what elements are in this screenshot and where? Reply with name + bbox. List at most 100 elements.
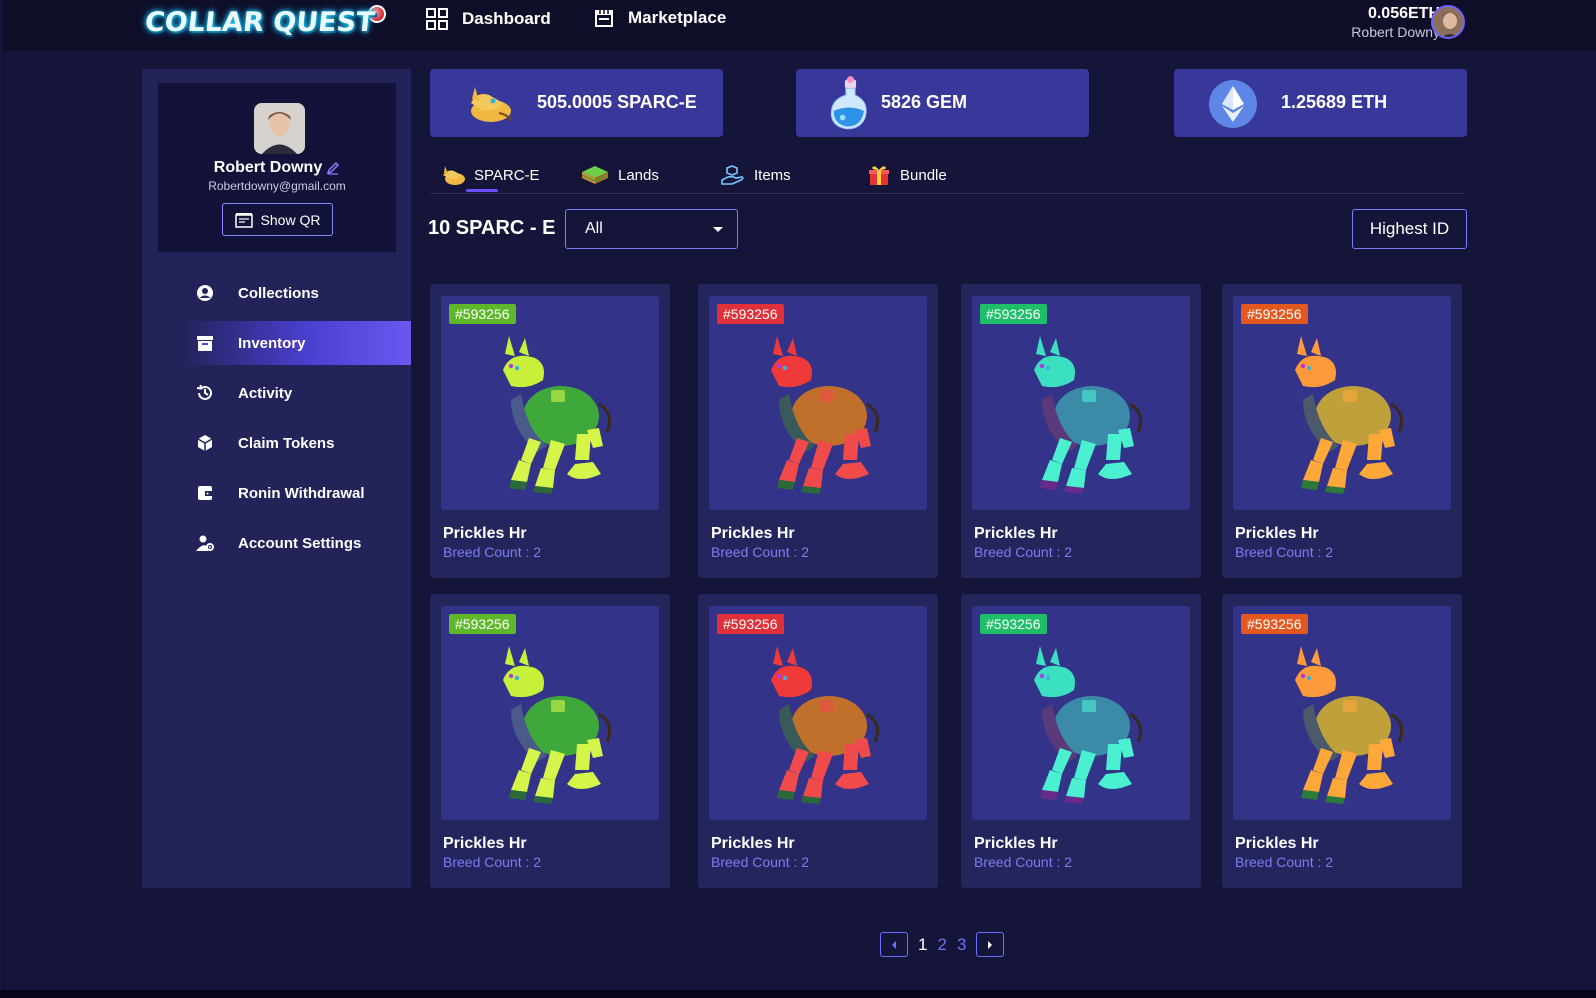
- balance-gem: 5826 GEM: [796, 69, 1089, 137]
- nav-marketplace[interactable]: Marketplace: [594, 8, 726, 28]
- nft-id-badge: #593256: [717, 304, 784, 324]
- grid-icon: [426, 8, 448, 30]
- nav-dashboard[interactable]: Dashboard: [426, 8, 551, 30]
- page-number[interactable]: 3: [957, 935, 966, 955]
- nft-card[interactable]: #593256 Prickles Hr Breed Count : 2: [961, 594, 1201, 888]
- tab-label: Items: [754, 166, 791, 184]
- show-qr-button[interactable]: Show QR: [222, 203, 333, 236]
- nav-marketplace-label: Marketplace: [628, 8, 727, 27]
- page-number[interactable]: 1: [918, 935, 927, 955]
- nft-id-badge: #593256: [980, 614, 1047, 634]
- nft-card[interactable]: #593256 Prickles Hr Breed Count : 2: [430, 594, 670, 888]
- filter-select[interactable]: All: [565, 209, 738, 249]
- nft-card[interactable]: #593256 Prickles Hr Breed Count : 2: [1222, 594, 1462, 888]
- nft-id-badge: #593256: [449, 304, 516, 324]
- nft-name: Prickles Hr: [711, 525, 795, 542]
- nft-art: #593256: [972, 606, 1190, 820]
- nft-name: Prickles Hr: [1235, 835, 1319, 852]
- nft-breed-count: Breed Count : 2: [711, 854, 810, 870]
- balance-sparce: 505.0005 SPARC-E: [430, 69, 723, 137]
- tab-label: SPARC-E: [474, 166, 540, 184]
- sidebar-item-label: Account Settings: [238, 534, 362, 552]
- edit-pencil-icon[interactable]: [326, 161, 340, 175]
- logo-text: COLLAR QUEST: [143, 6, 377, 38]
- store-icon: [595, 10, 613, 27]
- profile-card: Robert Downy Robertdowny@gmail.com Show …: [158, 83, 396, 252]
- robot-dog-illustration: [1295, 646, 1404, 804]
- profile-name: Robert Downy: [213, 159, 323, 176]
- filter-select-value: All: [585, 220, 603, 237]
- tab-items[interactable]: Items: [720, 164, 791, 186]
- profile-email: Robertdowny@gmail.com: [208, 179, 346, 193]
- nft-name: Prickles Hr: [443, 525, 527, 542]
- item-count: 10 SPARC - E: [428, 217, 556, 239]
- eth-balance: 0.056ETH: [1367, 5, 1440, 22]
- nft-breed-count: Breed Count : 2: [711, 544, 810, 560]
- sidebar-item-account-settings[interactable]: Account Settings: [142, 521, 411, 565]
- sidebar-item-label: Inventory: [238, 334, 306, 352]
- inventory-tabs: SPARC-E Lands Items Bundle: [430, 158, 1464, 194]
- nft-card[interactable]: #593256 Prickles Hr Breed Count : 2: [1222, 284, 1462, 578]
- nav-dashboard-label: Dashboard: [462, 9, 551, 28]
- nft-breed-count: Breed Count : 2: [1235, 854, 1334, 870]
- sidebar-item-ronin-withdrawal[interactable]: Ronin Withdrawal: [142, 471, 411, 515]
- nft-card[interactable]: #593256 Prickles Hr Breed Count : 2: [430, 284, 670, 578]
- chevron-down-icon: [713, 227, 723, 232]
- active-tab-indicator: [466, 189, 498, 192]
- profile-avatar: [254, 103, 305, 154]
- nft-name: Prickles Hr: [711, 835, 795, 852]
- nft-id-badge: #593256: [1241, 614, 1308, 634]
- nft-art: #593256: [441, 606, 659, 820]
- sidebar-menu: Collections Inventory Activity Claim Tok…: [142, 271, 411, 571]
- sidebar-item-label: Activity: [238, 384, 293, 402]
- qr-icon: [234, 212, 253, 228]
- nft-id-badge: #593256: [449, 614, 516, 634]
- sidebar-item-label: Ronin Withdrawal: [238, 484, 365, 502]
- balance-eth-value: 1.25689 ETH: [1281, 92, 1388, 112]
- chevron-right-icon: [988, 940, 993, 949]
- cube-icon: [197, 435, 213, 451]
- tab-bundle[interactable]: Bundle: [866, 164, 947, 186]
- robot-dog-illustration: [503, 646, 612, 804]
- robot-dog-illustration: [503, 336, 612, 494]
- nft-art: #593256: [972, 296, 1190, 510]
- nft-breed-count: Breed Count : 2: [974, 854, 1073, 870]
- nft-card[interactable]: #593256 Prickles Hr Breed Count : 2: [961, 284, 1201, 578]
- sidebar-item-activity[interactable]: Activity: [142, 371, 411, 415]
- show-qr-label: Show QR: [260, 211, 321, 228]
- user-circle-icon: [197, 285, 213, 301]
- robot-dog-illustration: [771, 646, 880, 804]
- nft-card[interactable]: #593256 Prickles Hr Breed Count : 2: [698, 284, 938, 578]
- user-summary[interactable]: 0.056ETH Robert Downy: [1351, 4, 1440, 41]
- history-icon: [196, 384, 212, 400]
- sidebar-item-claim-tokens[interactable]: Claim Tokens: [142, 421, 411, 465]
- nft-id-badge: #593256: [1241, 304, 1308, 324]
- nft-card[interactable]: #593256 Prickles Hr Breed Count : 2: [698, 594, 938, 888]
- nft-art: #593256: [441, 296, 659, 510]
- hand-item-icon: [721, 165, 744, 185]
- avatar[interactable]: [1431, 5, 1465, 39]
- archive-box-icon: [197, 336, 213, 351]
- tab-lands[interactable]: Lands: [580, 164, 659, 186]
- profile-portrait-icon: [254, 103, 305, 154]
- next-page-button[interactable]: [976, 932, 1005, 957]
- chevron-left-icon: [892, 940, 896, 949]
- sort-button[interactable]: Highest ID: [1352, 209, 1467, 249]
- tab-label: Lands: [618, 166, 659, 184]
- sidebar-item-inventory[interactable]: Inventory: [182, 321, 411, 365]
- logo[interactable]: COLLAR QUEST: [143, 2, 387, 42]
- prev-page-button[interactable]: [880, 932, 908, 957]
- nft-breed-count: Breed Count : 2: [974, 544, 1073, 560]
- wallet-icon: [198, 486, 212, 500]
- robot-dog-illustration: [771, 336, 880, 494]
- sidebar-item-collections[interactable]: Collections: [142, 271, 411, 315]
- nft-art: #593256: [709, 296, 927, 510]
- nft-id-badge: #593256: [717, 614, 784, 634]
- gift-icon: [869, 166, 889, 185]
- tab-sparce[interactable]: SPARC-E: [440, 164, 540, 186]
- nft-name: Prickles Hr: [974, 525, 1058, 542]
- sparce-dog-icon: [471, 87, 512, 122]
- balance-gem-value: 5826 GEM: [881, 92, 968, 112]
- nft-id-badge: #593256: [980, 304, 1047, 324]
- page-number[interactable]: 2: [937, 935, 946, 955]
